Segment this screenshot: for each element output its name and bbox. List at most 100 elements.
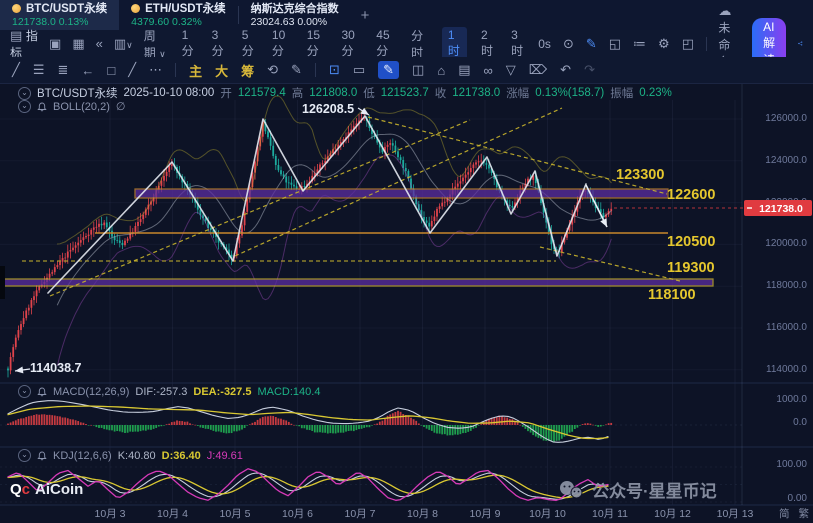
x-axis-label: 10月 12 [654, 508, 691, 520]
tab-nasdaq[interactable]: 纳斯达克综合指数 23024.63 0.00% [239, 0, 351, 30]
high-label: 高 [291, 88, 304, 100]
ohlc-info-bar: ⌄ BTC/USDT永续 2025-10-10 08:00 开 121579.4 … [18, 85, 672, 101]
simplified-toggle[interactable]: 简 [779, 506, 790, 521]
tab-btc-usdt[interactable]: BTC/USDT永续 121738.0 0.13% [0, 0, 120, 30]
undo-icon[interactable]: ↶ [560, 62, 571, 78]
rewind-icon[interactable]: « [96, 36, 103, 51]
kline-style-icon[interactable]: ▦ [72, 36, 84, 52]
tab-symbol: ETH/USDT永续 [145, 2, 226, 15]
timeframe-1h[interactable]: 1时 [441, 27, 468, 60]
macd-layer [7, 400, 613, 443]
note-icon[interactable]: ▤ [458, 62, 470, 78]
ray-tool-icon[interactable]: ╱ [128, 62, 136, 78]
redo-icon[interactable]: ↷ [584, 62, 595, 78]
brush-tool-active-icon[interactable]: ✎ [378, 61, 400, 79]
timeframe-2h[interactable]: 2时 [478, 27, 497, 60]
compare-icon[interactable]: ◫ [412, 62, 424, 78]
large-chart-button[interactable]: 大 [215, 61, 228, 80]
aicoin-logo: Qc AiCoin [10, 481, 83, 498]
boll-label: BOLL(20,2) [53, 100, 110, 113]
low-label: 低 [363, 88, 375, 100]
replay-icon[interactable]: ⟲ [267, 62, 278, 78]
price-level-label: 118100 [648, 287, 696, 303]
zigzag-annotation-layer [47, 115, 608, 294]
trash-icon[interactable]: ⌦ [529, 62, 547, 78]
camera-icon[interactable]: ⊙ [563, 36, 574, 52]
amplitude-value: 0.23% [639, 87, 672, 99]
trading-app-window: { "tabs": [ {"name":"BTC/USDT永续","price"… [0, 0, 813, 523]
alert-bell-icon[interactable] [37, 451, 47, 461]
gear-icon[interactable]: ⚙ [658, 36, 670, 52]
timeframe-30m[interactable]: 30分 [338, 27, 362, 60]
timeframe-45m[interactable]: 45分 [373, 27, 397, 60]
language-toggle[interactable]: 简 繁 [779, 506, 809, 521]
aicoin-logo-mark: Qc [10, 481, 31, 498]
traditional-toggle[interactable]: 繁 [799, 506, 810, 521]
select-box-icon[interactable]: ⊡ [329, 62, 340, 78]
rectangle-tool-icon[interactable]: □ [107, 63, 115, 78]
x-axis-label: 10月 10 [529, 508, 566, 520]
timeframe-1m[interactable]: 1分 [179, 27, 198, 60]
collapse-chevron-icon[interactable]: ⌄ [18, 86, 31, 100]
collapse-chevron-icon[interactable]: ⌄ [18, 449, 31, 462]
list-settings-icon[interactable]: ≔ [633, 36, 646, 52]
fullscreen-icon[interactable]: ◰ [682, 36, 694, 52]
main-chart-button[interactable]: 主 [189, 61, 202, 80]
magnet-link-icon[interactable]: ∞ [484, 63, 493, 78]
cloud-icon: ☁ [718, 3, 732, 18]
watermark: 公众号·星星币记 [558, 477, 717, 502]
arrow-tool-icon[interactable]: ← [81, 63, 94, 78]
collapsed-panel-handle[interactable] [0, 266, 5, 299]
period-dropdown[interactable]: 周期 ∨ [144, 27, 168, 61]
timeframe-3h[interactable]: 3时 [508, 27, 527, 60]
parallel-channel-icon[interactable]: ☰ [33, 62, 45, 78]
timeframe-15m[interactable]: 15分 [304, 27, 328, 60]
kdj-layer [7, 468, 609, 502]
cursor-pen-icon[interactable]: ✎ [291, 62, 302, 78]
amplitude-label: 振幅 [610, 88, 634, 100]
briefcase-icon[interactable]: ▣ [49, 36, 61, 52]
collapse-chevron-icon[interactable]: ⌄ [18, 100, 31, 113]
trendline-tool-icon[interactable]: ╱ [12, 62, 20, 78]
low-value: 121523.7 [380, 87, 429, 99]
x-axis-label: 10月 8 [407, 508, 438, 520]
macd-dea-value: DEA:-327.5 [193, 385, 252, 398]
info-symbol: BTC/USDT永续 [37, 88, 118, 100]
watermark-text: 公众号·星星币记 [592, 482, 717, 501]
tab-symbol: 纳斯达克综合指数 [250, 2, 339, 15]
volume-icon[interactable]: ▥∨ [114, 36, 133, 52]
timeframe-3m[interactable]: 3分 [209, 27, 228, 60]
pencil-icon[interactable]: ✎ [586, 36, 597, 52]
x-axis-label: 10月 4 [157, 508, 188, 520]
tab-eth-usdt[interactable]: ETH/USDT永续 4379.60 0.32% [119, 0, 238, 30]
add-tab-button[interactable]: + [351, 7, 380, 24]
timeframe-10m[interactable]: 10分 [269, 27, 293, 60]
float-window-icon[interactable]: ◱ [609, 36, 621, 52]
ruler-icon[interactable]: ▭ [353, 62, 365, 78]
boll-layer [56, 95, 612, 367]
alert-bell-icon[interactable] [37, 102, 47, 112]
x-axis-label: 10月 11 [592, 508, 628, 520]
chips-button[interactable]: 筹 [241, 61, 254, 80]
filter-funnel-icon[interactable]: ▽ [506, 62, 516, 78]
lock-icon[interactable]: ⌂ [437, 63, 445, 78]
horizontal-lines-icon[interactable]: ≣ [57, 62, 68, 78]
high-value: 121808.0 [309, 87, 358, 99]
wechat-icon [560, 480, 583, 498]
close-label: 收 [434, 88, 447, 100]
kdj-j-value: J:49.61 [206, 449, 243, 462]
kdj-indicator-row: ⌄ KDJ(12,6,6) K:40.80 D:36.40 J:49.61 [18, 449, 243, 462]
collapse-chevron-icon[interactable]: ⌄ [18, 385, 31, 398]
kdj-title: KDJ(12,6,6) [53, 449, 112, 462]
x-axis-label: 10月 13 [716, 508, 754, 520]
more-tools-icon[interactable]: ⋯ [149, 62, 162, 78]
info-datetime: 2025-10-10 08:00 [123, 87, 215, 99]
x-axis-label: 10月 9 [469, 508, 501, 520]
share-icon[interactable] [798, 37, 803, 50]
x-axis-label: 10月 3 [94, 508, 126, 520]
indicator-icon[interactable]: ▤ 指标 [10, 27, 38, 61]
tab-price: 23024.63 [250, 15, 295, 28]
alert-bell-icon[interactable] [37, 387, 47, 397]
eye-hide-icon[interactable]: ∅ [116, 100, 126, 113]
timeframe-5m[interactable]: 5分 [239, 27, 258, 60]
